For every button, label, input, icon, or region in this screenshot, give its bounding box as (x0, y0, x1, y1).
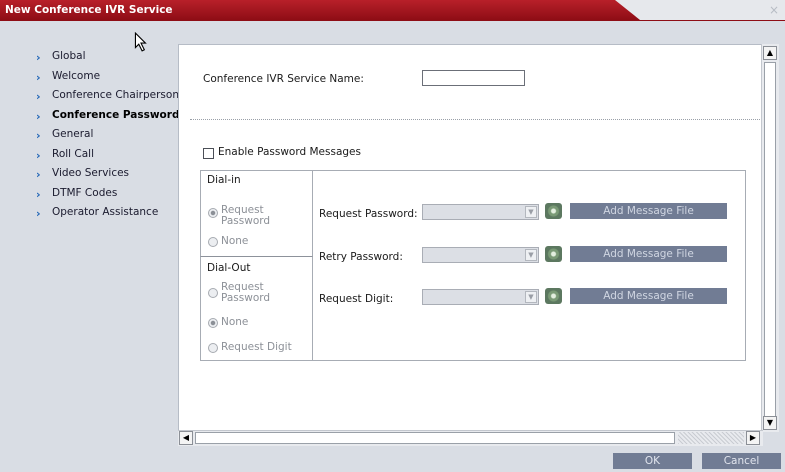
chevron-right-icon: › (36, 129, 41, 142)
request-password-select[interactable]: ▼ (422, 204, 539, 220)
dial-out-request-password-radio[interactable] (208, 288, 218, 298)
horizontal-scrollbar[interactable]: ◀ ▶ (178, 430, 763, 446)
dial-out-header: Dial-Out (207, 262, 251, 274)
horizontal-scroll-thumb[interactable] (195, 432, 675, 444)
service-name-input[interactable] (422, 70, 525, 86)
sidebar-item-dtmf-codes[interactable]: › DTMF Codes (34, 186, 179, 206)
add-message-file-button[interactable]: Add Message File (570, 246, 727, 262)
ok-button[interactable]: OK (613, 453, 692, 469)
sidebar-item-operator-assistance[interactable]: › Operator Assistance (34, 205, 179, 225)
sidebar-item-welcome[interactable]: › Welcome (34, 69, 179, 89)
sidebar-item-label: Welcome (52, 69, 101, 82)
close-icon[interactable]: × (769, 3, 779, 17)
chevron-right-icon: › (36, 109, 41, 123)
sidebar-item-label: Conference Password (52, 108, 180, 121)
speaker-icon[interactable] (545, 246, 562, 262)
add-message-file-button[interactable]: Add Message File (570, 203, 727, 219)
request-password-label: Request Password: (319, 208, 418, 220)
sidebar-item-label: Conference Chairperson (52, 89, 179, 101)
title-bar: New Conference IVR Service × (0, 0, 785, 20)
sidebar-item-label: Video Services (52, 167, 130, 179)
chevron-right-icon: › (36, 70, 41, 84)
sidebar-item-global[interactable]: › Global (34, 49, 179, 69)
dial-in-none-radio[interactable] (208, 237, 218, 247)
cancel-button[interactable]: Cancel (702, 453, 781, 469)
sidebar-nav: › Global › Welcome › Conference Chairperson… (34, 49, 179, 225)
chevron-right-icon: › (36, 168, 41, 181)
enable-password-checkbox[interactable] (203, 148, 214, 159)
sidebar-item-video-services[interactable]: › Video Services (34, 166, 179, 186)
retry-password-select[interactable]: ▼ (422, 247, 539, 263)
dial-out-none-label: None (221, 316, 249, 328)
chevron-down-icon: ▼ (525, 206, 537, 218)
dial-out-none-radio[interactable] (208, 318, 218, 328)
dial-in-header: Dial-in (207, 174, 241, 186)
sidebar-item-label: Operator Assistance (52, 206, 159, 218)
sidebar-item-label: Global (52, 50, 86, 62)
sidebar-item-roll-call[interactable]: › Roll Call (34, 147, 179, 167)
sidebar-item-general[interactable]: › General (34, 127, 179, 147)
add-message-file-button[interactable]: Add Message File (570, 288, 727, 304)
chevron-down-icon: ▼ (525, 291, 537, 303)
sidebar-item-label: DTMF Codes (52, 186, 118, 199)
scroll-track-hatch (678, 432, 744, 444)
chevron-right-icon: › (36, 207, 41, 220)
scroll-up-icon[interactable]: ▲ (763, 46, 777, 60)
chevron-right-icon: › (36, 51, 41, 64)
chevron-down-icon: ▼ (525, 249, 537, 261)
chevron-right-icon: › (36, 148, 41, 162)
request-digit-select[interactable]: ▼ (422, 289, 539, 305)
title-divider (0, 20, 785, 21)
dial-out-request-digit-radio[interactable] (208, 343, 218, 353)
dial-in-request-password-radio[interactable] (208, 208, 218, 218)
speaker-icon[interactable] (545, 288, 562, 304)
scroll-down-icon[interactable]: ▼ (763, 416, 777, 430)
scroll-left-icon[interactable]: ◀ (179, 431, 193, 445)
vertical-scrollbar[interactable]: ▲ ▼ (761, 44, 779, 432)
sidebar-item-conference-chairperson[interactable]: › Conference Chairperson (34, 88, 179, 108)
request-digit-label: Request Digit: (319, 293, 394, 305)
dial-in-none-label: None (221, 235, 249, 247)
dial-out-request-digit-label: Request Digit (221, 341, 292, 353)
vertical-scroll-thumb[interactable] (764, 62, 776, 418)
dial-out-request-password-label: Request Password (221, 281, 271, 304)
dial-in-request-password-label: Request Password (221, 204, 271, 227)
section-divider (190, 119, 760, 120)
sidebar-item-label: General (52, 128, 94, 140)
chevron-right-icon: › (36, 187, 41, 201)
chevron-right-icon: › (36, 90, 41, 103)
sidebar-item-label: Roll Call (52, 147, 95, 160)
service-name-label: Conference IVR Service Name: (203, 73, 364, 85)
retry-password-label: Retry Password: (319, 251, 403, 263)
scroll-right-icon[interactable]: ▶ (746, 431, 760, 445)
window-title: New Conference IVR Service (5, 4, 173, 16)
enable-password-label: Enable Password Messages (218, 146, 361, 158)
speaker-icon[interactable] (545, 203, 562, 219)
sidebar-item-conference-password[interactable]: › Conference Password (34, 108, 179, 128)
